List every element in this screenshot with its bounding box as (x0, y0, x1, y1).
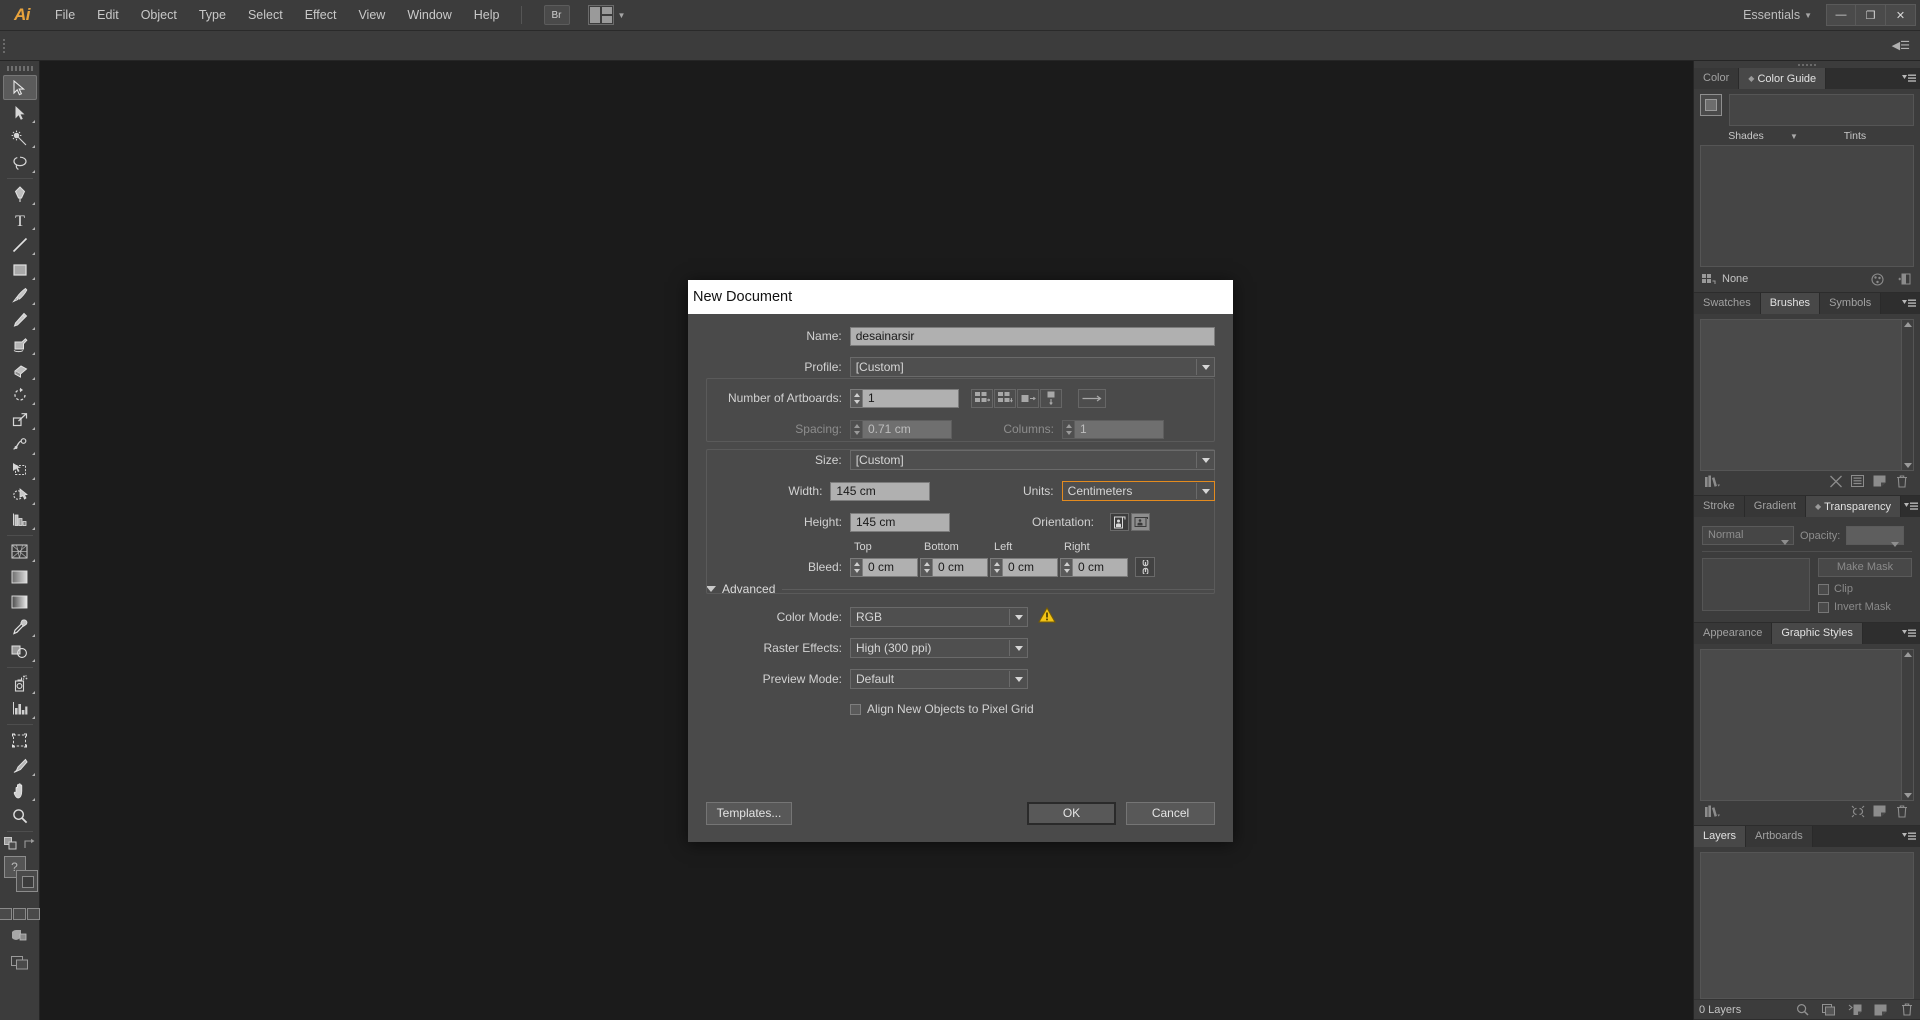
artboards-stepper[interactable] (850, 388, 862, 408)
bleed-top-stepper[interactable] (850, 557, 862, 577)
width-units-row: Width: Units: Centimeters (706, 479, 1216, 503)
align-pixel-grid-label: Align New Objects to Pixel Grid (867, 702, 1034, 716)
bleed-left-label: Left (994, 541, 1013, 553)
name-row: Name: (706, 324, 1215, 348)
height-orientation-row: Height: Orientation: (706, 510, 1215, 534)
new-document-dialog: New Document Name: Profile: [Custom] (688, 280, 1233, 842)
ok-button[interactable]: OK (1027, 801, 1116, 825)
artboards-label: Number of Artboards: (727, 391, 842, 405)
orientation-portrait-button[interactable] (1110, 513, 1129, 531)
link-bleed-values-icon[interactable] (1135, 557, 1155, 577)
bleed-top-label: Top (854, 541, 872, 553)
profile-row: Profile: [Custom] (706, 355, 1215, 379)
units-label: Units: (1022, 484, 1054, 498)
size-select[interactable]: [Custom] (849, 450, 1215, 470)
size-label: Size: (815, 453, 842, 467)
columns-stepper[interactable] (1062, 419, 1074, 439)
name-label: Name: (806, 329, 842, 343)
bleed-right-stepper[interactable] (1060, 557, 1072, 577)
bleed-right-input[interactable] (1072, 557, 1128, 577)
columns-label: Columns: (1003, 422, 1054, 436)
align-pixel-grid-checkbox[interactable] (850, 703, 861, 715)
preview-mode-label: Preview Mode: (762, 672, 842, 686)
color-mode-label: Color Mode: (776, 610, 842, 624)
preview-mode-select[interactable]: Default (850, 669, 1028, 689)
bleed-top-input[interactable] (862, 557, 918, 577)
width-input[interactable] (830, 481, 931, 501)
raster-effects-row: Raster Effects: High (300 ppi) (706, 636, 1215, 660)
arrange-by-row-icon[interactable] (1017, 388, 1039, 408)
bleed-label: Bleed: (807, 560, 842, 574)
artboards-row: Number of Artboards: (706, 386, 1215, 410)
bleed-bottom-stepper[interactable] (920, 557, 932, 577)
bleed-left-input[interactable] (1002, 557, 1058, 577)
change-to-rtl-icon[interactable] (1078, 388, 1106, 408)
align-pixel-grid-row: Align New Objects to Pixel Grid (706, 698, 1215, 720)
raster-effects-label: Raster Effects: (763, 641, 842, 655)
orientation-label: Orientation: (1031, 515, 1094, 529)
spacing-input[interactable] (862, 419, 952, 439)
raster-effects-select[interactable]: High (300 ppi) (850, 638, 1028, 658)
color-mode-select[interactable]: RGB (850, 607, 1028, 627)
bleed-right-label: Right (1064, 541, 1090, 553)
height-input[interactable] (850, 512, 950, 532)
orientation-landscape-button[interactable] (1131, 513, 1150, 531)
bleed-bottom-label: Bottom (924, 541, 959, 553)
arrange-by-column-icon[interactable] (1040, 388, 1062, 408)
grid-by-row-icon[interactable] (971, 388, 993, 408)
bleed-left-stepper[interactable] (990, 557, 1002, 577)
illustrator-window: Ai File Edit Object Type Select Effect V… (0, 0, 1920, 1020)
units-select[interactable]: Centimeters (1061, 481, 1216, 501)
spacing-label: Spacing: (795, 422, 842, 436)
columns-input[interactable] (1074, 419, 1164, 439)
cancel-button[interactable]: Cancel (1126, 801, 1215, 825)
dialog-body: Name: Profile: [Custom] Number of Artboa… (688, 314, 1233, 720)
artboard-arrangement-buttons (971, 388, 1106, 408)
warning-icon[interactable] (1038, 606, 1056, 628)
spacing-columns-row: Spacing: Columns: (706, 417, 1215, 441)
name-input[interactable] (849, 326, 1215, 346)
width-label: Width: (788, 484, 823, 498)
height-label: Height: (803, 515, 842, 529)
size-row: Size: [Custom] (706, 448, 1215, 472)
artboards-input[interactable] (862, 388, 959, 408)
templates-button[interactable]: Templates... (706, 801, 792, 825)
orientation-buttons (1110, 513, 1150, 531)
grid-by-column-icon[interactable] (994, 388, 1016, 408)
spacing-stepper[interactable] (850, 419, 862, 439)
bleed-bottom-input[interactable] (932, 557, 988, 577)
dialog-footer: Templates... OK Cancel (688, 784, 1233, 842)
dialog-title: New Document (688, 280, 1233, 314)
bleed-section: Bleed: Top Bottom Left Right (706, 541, 1215, 577)
preview-mode-row: Preview Mode: Default (706, 667, 1215, 691)
profile-label: Profile: (804, 360, 842, 374)
modal-overlay: New Document Name: Profile: [Custom] (0, 0, 1920, 1020)
color-mode-row: Color Mode: RGB (706, 605, 1215, 629)
profile-select[interactable]: [Custom] (849, 357, 1215, 377)
